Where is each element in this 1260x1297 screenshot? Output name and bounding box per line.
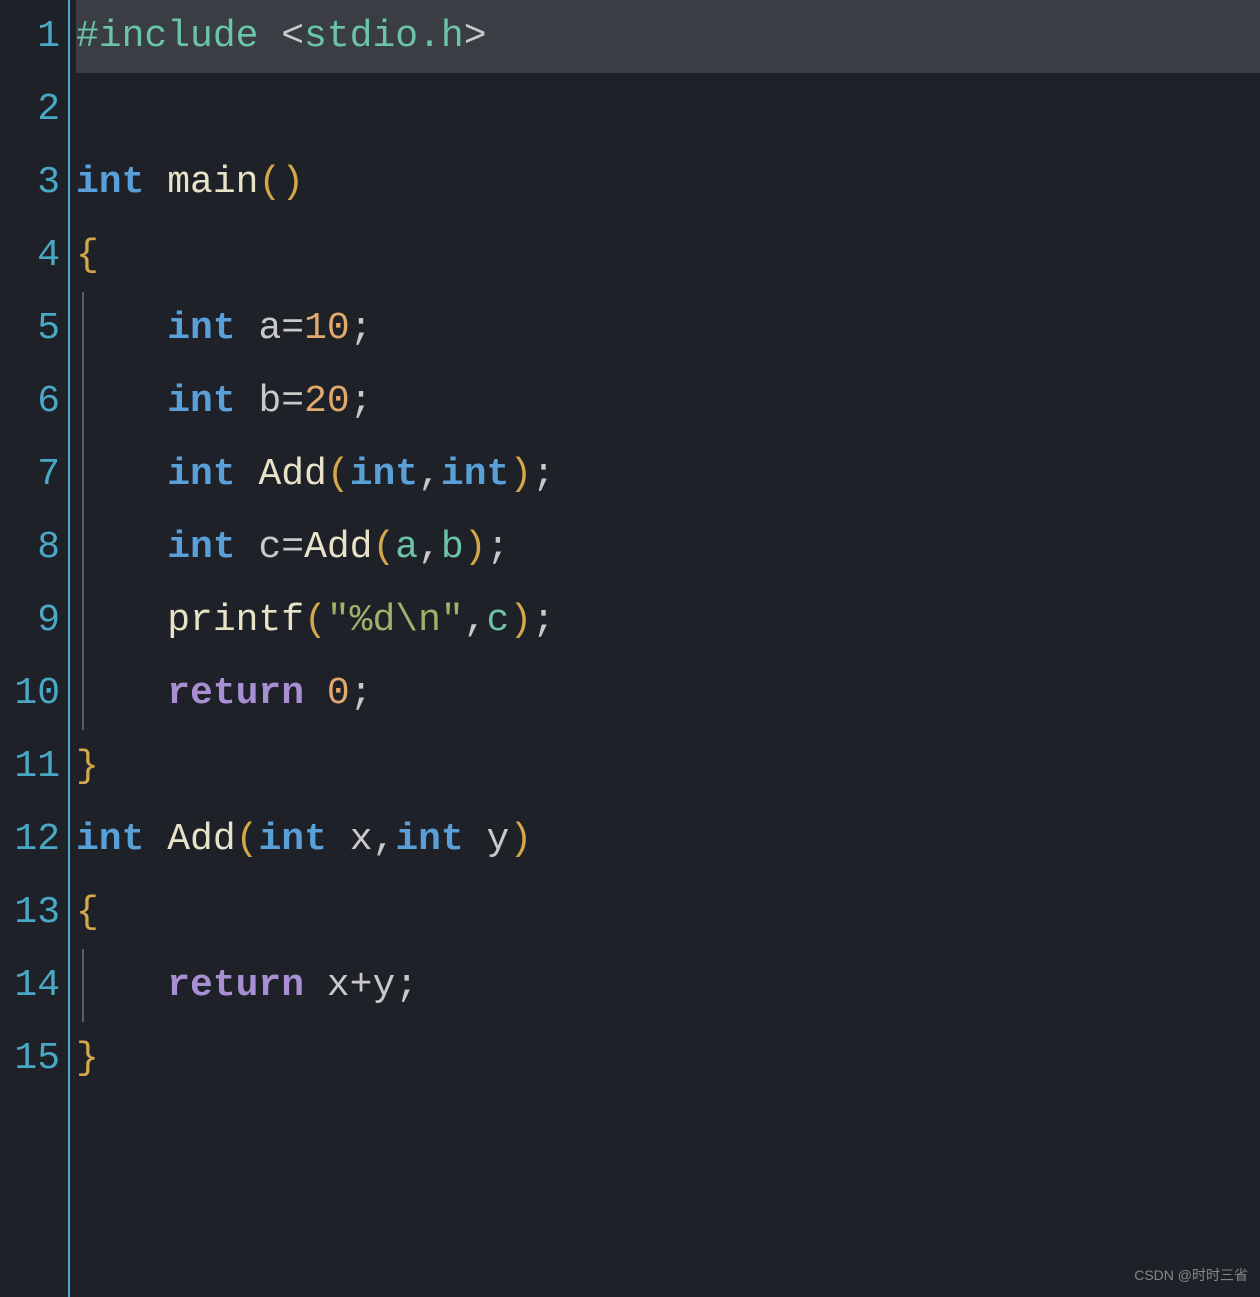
watermark: CSDN @时时三省 bbox=[1134, 1262, 1248, 1289]
line-number: 2 bbox=[0, 73, 60, 146]
code-line[interactable]: int Add(int x,int y) bbox=[76, 803, 1260, 876]
code-line[interactable]: { bbox=[76, 876, 1260, 949]
line-number: 6 bbox=[0, 365, 60, 438]
line-number: 3 bbox=[0, 146, 60, 219]
code-line[interactable]: int b=20; bbox=[76, 365, 1260, 438]
code-line[interactable]: return x+y; bbox=[76, 949, 1260, 1022]
line-number: 12 bbox=[0, 803, 60, 876]
code-line[interactable]: } bbox=[76, 1022, 1260, 1095]
code-line[interactable]: int Add(int,int); bbox=[76, 438, 1260, 511]
code-line[interactable]: int main() bbox=[76, 146, 1260, 219]
line-number: 7 bbox=[0, 438, 60, 511]
code-line[interactable] bbox=[76, 73, 1260, 146]
line-number: 11 bbox=[0, 730, 60, 803]
code-line[interactable]: { bbox=[76, 219, 1260, 292]
line-number: 13 bbox=[0, 876, 60, 949]
code-line[interactable]: int c=Add(a,b); bbox=[76, 511, 1260, 584]
indent-guide bbox=[82, 511, 84, 584]
line-number: 9 bbox=[0, 584, 60, 657]
indent-guide bbox=[82, 657, 84, 730]
code-editor[interactable]: 1 2 3 4 5 6 7 8 9 10 11 12 13 14 15 #inc… bbox=[0, 0, 1260, 1297]
code-area[interactable]: #include <stdio.h> int main() { int a=10… bbox=[70, 0, 1260, 1297]
indent-guide bbox=[82, 292, 84, 365]
line-number: 14 bbox=[0, 949, 60, 1022]
indent-guide bbox=[82, 584, 84, 657]
line-number: 1 bbox=[0, 0, 60, 73]
code-line[interactable]: return 0; bbox=[76, 657, 1260, 730]
line-number: 8 bbox=[0, 511, 60, 584]
line-number: 15 bbox=[0, 1022, 60, 1095]
line-number-gutter: 1 2 3 4 5 6 7 8 9 10 11 12 13 14 15 bbox=[0, 0, 68, 1297]
indent-guide bbox=[82, 438, 84, 511]
code-line[interactable]: printf("%d\n",c); bbox=[76, 584, 1260, 657]
code-line[interactable]: } bbox=[76, 730, 1260, 803]
indent-guide bbox=[82, 949, 84, 1022]
line-number: 10 bbox=[0, 657, 60, 730]
code-line[interactable]: int a=10; bbox=[76, 292, 1260, 365]
line-number: 4 bbox=[0, 219, 60, 292]
code-line[interactable]: #include <stdio.h> bbox=[76, 0, 1260, 73]
indent-guide bbox=[82, 365, 84, 438]
line-number: 5 bbox=[0, 292, 60, 365]
